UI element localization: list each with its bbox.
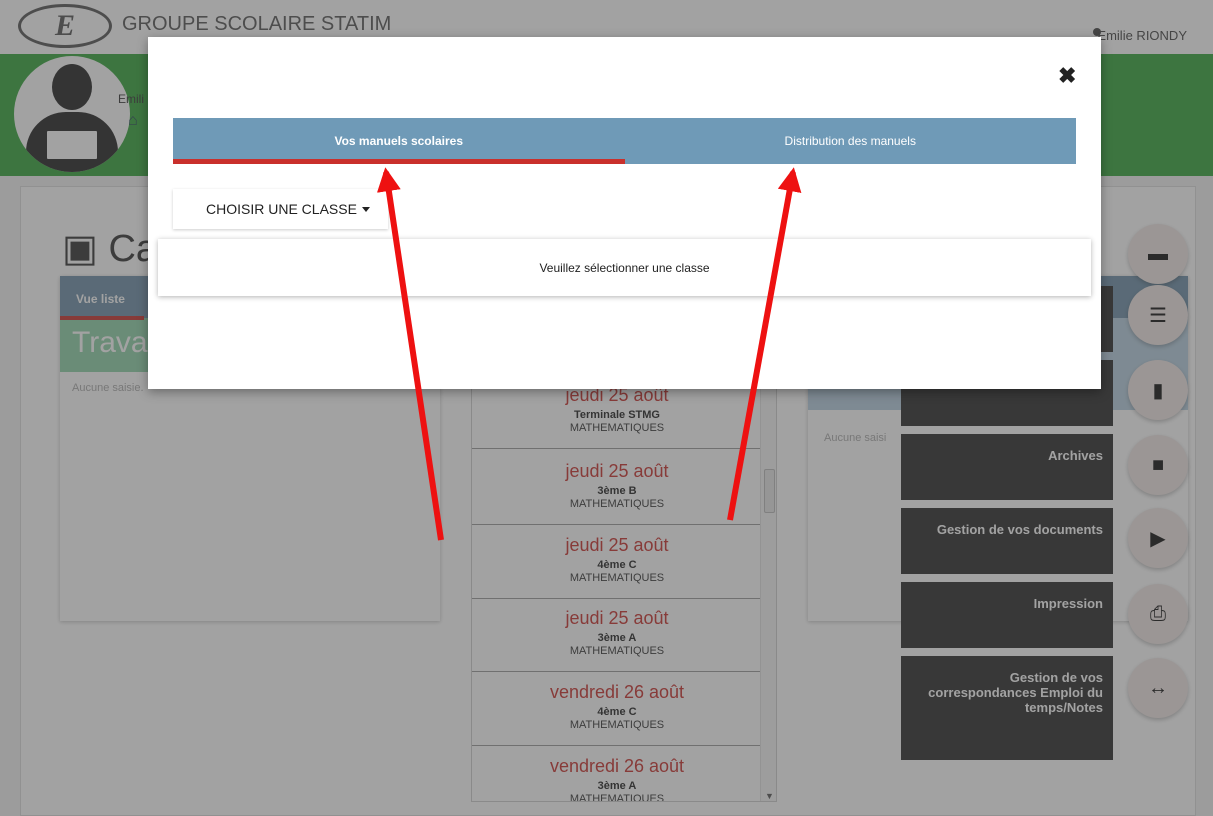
tab-your-textbooks[interactable]: Vos manuels scolaires xyxy=(173,118,625,164)
modal-tabs: Vos manuels scolaires Distribution des m… xyxy=(173,118,1076,164)
textbooks-modal: ✖ Vos manuels scolaires Distribution des… xyxy=(148,37,1101,389)
caret-down-icon xyxy=(361,206,370,212)
close-icon[interactable]: ✖ xyxy=(1058,63,1076,89)
tab-textbook-distribution[interactable]: Distribution des manuels xyxy=(625,118,1077,164)
choose-class-dropdown[interactable]: CHOISIR UNE CLASSE xyxy=(173,189,388,229)
select-class-message: Veuillez sélectionner une classe xyxy=(158,239,1091,296)
